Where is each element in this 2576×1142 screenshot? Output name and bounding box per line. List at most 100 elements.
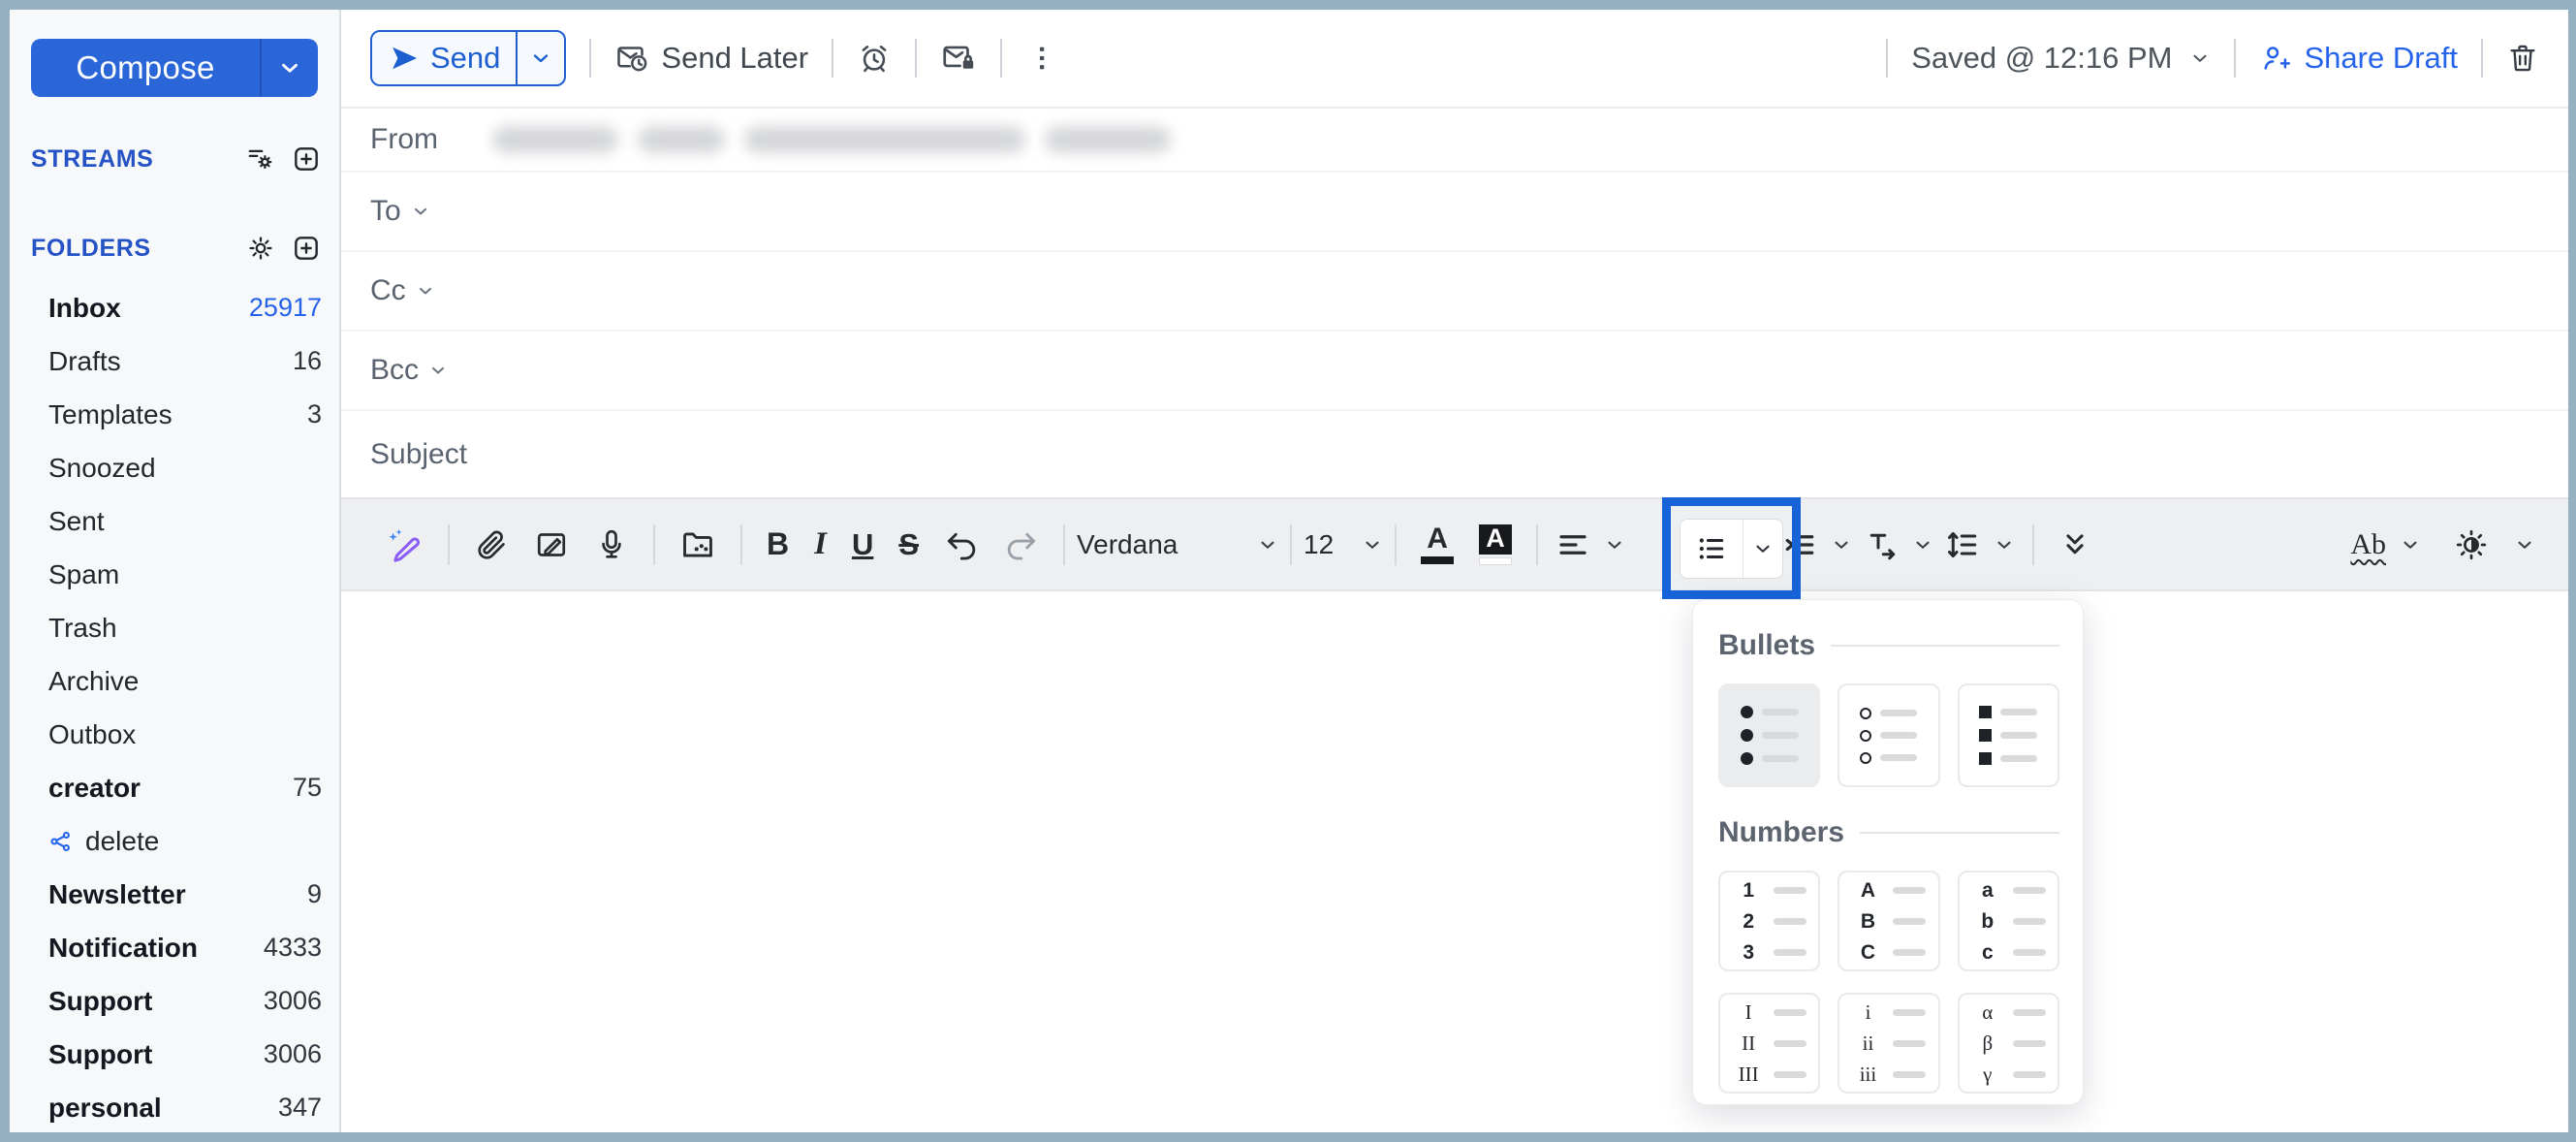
number-option-i-ii-iii[interactable]: iiiiii xyxy=(1838,993,1939,1094)
highlight-color-button[interactable]: A xyxy=(1466,524,1524,565)
undo-button[interactable] xyxy=(931,527,991,562)
number-option-A-B-C[interactable]: ABC xyxy=(1838,871,1939,971)
folder-label: Spam xyxy=(48,559,119,590)
sidebar-folder-drafts[interactable]: Drafts16 xyxy=(10,334,339,388)
formatting-toolbar: B I U S Verdana 12 xyxy=(341,497,2568,591)
ai-writing-assistant-button[interactable] xyxy=(374,526,436,563)
sidebar-folder-inbox[interactable]: Inbox25917 xyxy=(10,281,339,334)
chevron-down-icon xyxy=(1604,534,1625,555)
insert-media-button[interactable] xyxy=(667,526,729,563)
bullet-list-chevron-icon[interactable] xyxy=(1744,538,1782,559)
voice-input-button[interactable] xyxy=(581,527,642,562)
share-draft-button[interactable]: Share Draft xyxy=(2259,41,2458,76)
from-field[interactable]: From xyxy=(341,109,2568,173)
sidebar-folder-personal[interactable]: personal347 xyxy=(10,1081,339,1132)
sidebar-folder-spam[interactable]: Spam xyxy=(10,548,339,601)
discard-draft-button[interactable] xyxy=(2506,42,2539,75)
number-option-1-2-3[interactable]: 123 xyxy=(1718,871,1820,971)
subject-field[interactable]: Subject xyxy=(341,411,2568,497)
compose-label: Compose xyxy=(31,49,260,86)
streams-filter-settings-icon[interactable] xyxy=(246,144,275,174)
sidebar-folder-trash[interactable]: Trash xyxy=(10,601,339,654)
to-field[interactable]: To xyxy=(341,173,2568,252)
font-color-letter: A xyxy=(1427,524,1448,554)
streams-add-icon[interactable] xyxy=(291,143,322,174)
send-button[interactable]: Send xyxy=(370,30,566,86)
paper-plane-icon xyxy=(390,44,419,73)
sidebar-folder-creator[interactable]: creator75 xyxy=(10,761,339,814)
font-size-dropdown[interactable]: 12 xyxy=(1304,529,1383,560)
send-options-chevron-icon[interactable] xyxy=(518,47,564,70)
folders-settings-gear-icon[interactable] xyxy=(246,234,275,263)
format-divider xyxy=(1536,524,1538,565)
attach-file-button[interactable] xyxy=(461,527,521,562)
line-spacing-icon xyxy=(1945,527,1980,562)
spellcheck-dropdown[interactable]: Ab xyxy=(2350,528,2421,561)
number-option-I-II-III[interactable]: IIIIII xyxy=(1718,993,1820,1094)
folder-label: Support xyxy=(48,1039,152,1070)
folders-add-icon[interactable] xyxy=(291,233,322,264)
text-direction-dropdown[interactable] xyxy=(1858,527,1939,562)
sidebar-folder-notification[interactable]: Notification4333 xyxy=(10,921,339,974)
saved-status[interactable]: Saved @ 12:16 PM xyxy=(1911,41,2211,76)
list-marker: 2 xyxy=(1732,911,1765,932)
bcc-chevron-down-icon[interactable] xyxy=(428,361,448,380)
bullet-option-circle[interactable] xyxy=(1838,683,1939,787)
bcc-field[interactable]: Bcc xyxy=(341,332,2568,411)
sidebar-folder-support[interactable]: Support 3006 xyxy=(10,974,339,1028)
font-family-dropdown[interactable]: Verdana xyxy=(1077,529,1278,560)
send-later-button[interactable]: Send Later xyxy=(614,41,808,76)
underline-button[interactable]: U xyxy=(839,527,886,562)
sidebar-folder-snoozed[interactable]: Snoozed xyxy=(10,441,339,494)
folder-list: Inbox25917Drafts16Templates3SnoozedSent S… xyxy=(10,281,339,1132)
insert-signature-button[interactable] xyxy=(521,527,581,562)
contrast-mode-dropdown[interactable] xyxy=(2454,527,2535,562)
folder-count: 4333 xyxy=(264,933,322,963)
list-marker: β xyxy=(1971,1033,2004,1054)
alignment-dropdown[interactable] xyxy=(1550,527,1631,562)
saved-status-text: Saved @ 12:16 PM xyxy=(1911,41,2172,76)
bullet-option-disc[interactable] xyxy=(1718,683,1820,787)
sidebar-folder-newsletter[interactable]: Newsletter9 xyxy=(10,868,339,921)
sidebar-folder-support[interactable]: Support3006 xyxy=(10,1028,339,1081)
sidebar-folder-archive[interactable]: Archive xyxy=(10,654,339,708)
compose-button[interactable]: Compose xyxy=(31,39,318,97)
folder-count: 3006 xyxy=(264,986,322,1016)
folder-label: Support xyxy=(48,986,152,1017)
compose-chevron-down-icon[interactable] xyxy=(262,55,318,80)
chevron-down-icon xyxy=(1257,534,1278,555)
bullet-option-square[interactable] xyxy=(1958,683,2059,787)
format-divider xyxy=(653,524,655,565)
cc-field[interactable]: Cc xyxy=(341,252,2568,332)
sidebar-folder-outbox[interactable]: Outbox xyxy=(10,708,339,761)
italic-button[interactable]: I xyxy=(801,526,839,562)
subject-placeholder: Subject xyxy=(370,438,467,471)
secure-mail-button[interactable] xyxy=(940,40,977,77)
more-formatting-button[interactable] xyxy=(2046,528,2104,561)
more-options-button[interactable] xyxy=(1025,42,1058,75)
send-later-icon xyxy=(614,41,649,76)
sidebar-folder-sent[interactable]: Sent xyxy=(10,494,339,548)
folder-label: Outbox xyxy=(48,719,136,750)
font-color-button[interactable]: A xyxy=(1408,524,1466,564)
redo-button[interactable] xyxy=(991,527,1052,562)
cc-chevron-down-icon[interactable] xyxy=(416,281,435,301)
strikethrough-button[interactable]: S xyxy=(886,527,931,562)
send-label: Send xyxy=(430,41,500,76)
font-family-value: Verdana xyxy=(1077,529,1243,560)
folder-count: 9 xyxy=(307,879,322,909)
bold-button[interactable]: B xyxy=(754,526,801,562)
sidebar-folder-delete[interactable]: delete xyxy=(10,814,339,868)
person-plus-icon xyxy=(2259,42,2292,75)
to-chevron-down-icon[interactable] xyxy=(411,202,430,221)
reminder-button[interactable] xyxy=(857,41,892,76)
message-body-editor[interactable] xyxy=(341,591,2568,1132)
bullet-list-button[interactable] xyxy=(1680,519,1783,579)
toolbar-divider xyxy=(2481,39,2483,78)
format-divider xyxy=(1063,524,1065,565)
number-option-a-b-c[interactable]: abc xyxy=(1958,871,2059,971)
number-option-α-β-γ[interactable]: αβγ xyxy=(1958,993,2059,1094)
line-spacing-dropdown[interactable] xyxy=(1939,527,2021,562)
window-frame: Compose STREAMS FOLDERS xyxy=(0,0,2576,1142)
sidebar-folder-templates[interactable]: Templates3 xyxy=(10,388,339,441)
